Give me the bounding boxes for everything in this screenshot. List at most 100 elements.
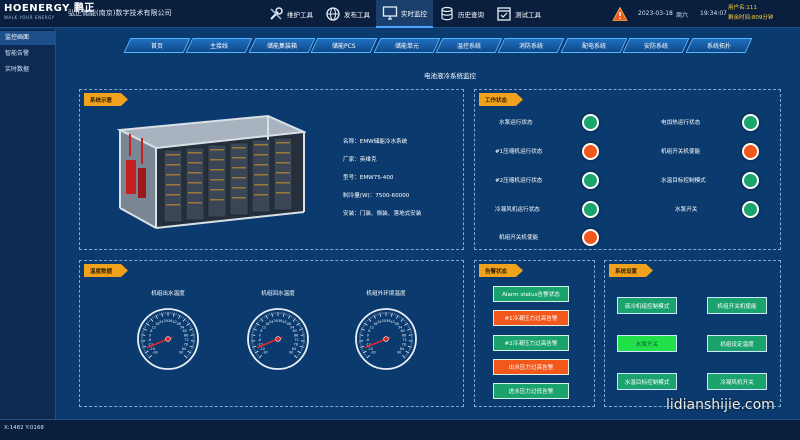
gauge-tick-label: -20 xyxy=(259,347,265,351)
status-bar: X:1482 Y:0168 xyxy=(0,419,800,440)
user-name: 用户名:111 xyxy=(728,5,757,11)
alarm-outlet-pressure-indicator: 出水压力过高告警 xyxy=(493,359,569,375)
water-temp-mode-button[interactable]: 水温目标控制模式 xyxy=(617,373,677,390)
status-lamp xyxy=(582,114,599,131)
gauge-tick-label: 0 xyxy=(149,334,151,338)
unit-enable-button[interactable]: 机组开关机使能 xyxy=(707,297,767,314)
alarm-condenser2-indicator: #2冷凝压力过高告警 xyxy=(493,335,569,351)
status-lamp xyxy=(742,143,759,160)
tool-maintenance[interactable]: 维护工具 xyxy=(262,0,319,28)
panel-tag: 温度数据 xyxy=(84,264,129,277)
gauge-tick-label: 0 xyxy=(367,334,369,338)
gauge-hub xyxy=(383,336,389,342)
gauge-tick-label: 6 xyxy=(368,329,370,333)
time-display: 19:34:07 xyxy=(700,10,727,17)
gauge-tick-label: -20 xyxy=(149,347,155,351)
settings-panel: 系统设置 液冷机组控制模式 机组开关机使能 水泵开关 机组设定温度 水温目标控制… xyxy=(604,260,781,407)
logo-brand: HOENERGY 鹏正 xyxy=(4,3,95,14)
gauge-title: 机组出水温度 xyxy=(151,291,185,297)
alarm-panel: 告警状态 Alarm status告警状态 #1冷凝压力过高告警 #2冷凝压力过… xyxy=(474,260,595,407)
top-bar: HOENERGY 鹏正 WALK YOUR ENERGY 弘正储能(南京)数字技… xyxy=(0,0,800,28)
logo-slogan: WALK YOUR ENERGY xyxy=(4,15,55,20)
globe-publish-icon xyxy=(326,7,340,21)
wrench-screwdriver-icon xyxy=(270,7,283,20)
gauge-title: 机组回水温度 xyxy=(261,291,295,297)
gauge-tick-label: 66 xyxy=(294,334,298,338)
company-logo: HOENERGY 鹏正 WALK YOUR ENERGY xyxy=(4,3,95,25)
tab-topology[interactable]: 系统拓扑 xyxy=(685,38,753,53)
tab-temp-control[interactable]: 温控系统 xyxy=(435,38,503,53)
gauge-hub xyxy=(165,336,171,342)
tool-publish[interactable]: 发布工具 xyxy=(319,0,376,28)
gauge-tick-label: 66 xyxy=(402,334,406,338)
tab-fire[interactable]: 消防系统 xyxy=(497,38,565,53)
gauge-tick-label: 6 xyxy=(260,329,262,333)
tool-label: 维护工具 xyxy=(287,11,313,19)
gauge-tick-label: -6 xyxy=(366,338,369,342)
tab-storage-unit[interactable]: 储能单元 xyxy=(373,38,441,53)
page-title: 电池液冷系统监控 xyxy=(424,72,476,80)
gauge-hub xyxy=(275,336,281,342)
liquid-cooling-mode-button[interactable]: 液冷机组控制模式 xyxy=(617,297,677,314)
remaining-time: 剩余时间:809分钟 xyxy=(728,15,774,21)
gauge-tick-label: -6 xyxy=(258,338,261,342)
sidebar-item-monitor[interactable]: 监控画面 xyxy=(0,31,55,45)
user-info[interactable]: 用户名:111 剩余时间:809分钟 xyxy=(728,3,796,23)
tab-container[interactable]: 储能集装箱 xyxy=(248,38,316,53)
container-illustration xyxy=(116,114,306,229)
sidebar-item-realtime-data[interactable]: 实时数据 xyxy=(0,63,55,77)
temperature-panel: 温度数据 机组出水温度 机组回水温度 机组外环境温度 -30 -20 -12 -6 0 6… xyxy=(79,260,464,407)
status-lamp xyxy=(582,201,599,218)
system-panel: 系统示意 名称：EMW储能冷水系统 厂家：英维克 型号：EMW75-400 制冷… xyxy=(79,89,464,250)
status-label: 水泵开关 xyxy=(675,207,698,213)
tab-home[interactable]: 首页 xyxy=(123,38,191,53)
status-label: 机组开关机使能 xyxy=(661,149,701,155)
status-lamp xyxy=(582,143,599,160)
condenser-fan-switch-button[interactable]: 冷凝风机开关 xyxy=(707,373,767,390)
status-label: 水温目标控制模式 xyxy=(661,178,706,184)
weekday-display: 周六 xyxy=(676,12,689,19)
gauge-tick-label: -30 xyxy=(152,350,158,354)
panel-tag: 系统示意 xyxy=(84,93,129,106)
tool-realtime-monitor[interactable]: 实时监控 xyxy=(376,0,433,28)
gauge-tick-label: 72 xyxy=(402,338,406,342)
status-lamp xyxy=(582,172,599,189)
status-label: #1压缩机运行状态 xyxy=(495,149,543,155)
panel-tag: 工作状态 xyxy=(479,93,524,106)
tab-power-distribution[interactable]: 配电系统 xyxy=(560,38,628,53)
gauge-tick-label: 72 xyxy=(184,338,188,342)
temperature-gauge: -30-20-12-606121824 30 36 42485460667278849… xyxy=(137,308,199,370)
tab-main-wiring[interactable]: 主接线 xyxy=(185,38,253,53)
system-info: 名称：EMW储能冷水系统 厂家：英维克 型号：EMW75-400 制冷量(W)：… xyxy=(343,133,421,223)
warning-icon[interactable] xyxy=(612,6,628,22)
tab-security[interactable]: 安防系统 xyxy=(622,38,690,53)
info-cooling: 制冷量(W)：7500-60000 xyxy=(343,193,410,199)
test-window-icon xyxy=(497,7,511,21)
info-install: 安装：门装、侧装、落地式安装 xyxy=(343,211,422,217)
status-panel: 工作状态 水泵运行状态 电加热运行状态 #1压缩机运行状态 机组开关机使能 #2… xyxy=(474,89,781,250)
sidebar-item-alarm[interactable]: 智能告警 xyxy=(0,47,55,61)
status-label: 水泵运行状态 xyxy=(499,120,533,126)
status-lamp xyxy=(582,229,599,246)
company-name: 弘正储能(南京)数字技术有限公司 xyxy=(68,9,172,17)
temperature-gauge: -30-20-12-606121824 30 36 42485460667278849… xyxy=(355,308,417,370)
gauge-title: 机组外环境温度 xyxy=(366,291,406,297)
tool-label: 测试工具 xyxy=(515,11,541,19)
panel-tag: 告警状态 xyxy=(479,264,524,277)
gauge-tick-label: 90 xyxy=(179,350,183,354)
watermark: lidianshijie.com xyxy=(666,397,775,413)
alarm-status-indicator: Alarm status告警状态 xyxy=(493,286,569,302)
tab-pcs[interactable]: 储能PCS xyxy=(310,38,378,53)
alarm-condenser1-indicator: #1冷凝压力过高告警 xyxy=(493,310,569,326)
pump-switch-button[interactable]: 水泵开关 xyxy=(617,335,677,352)
gauge-tick-label: -6 xyxy=(148,338,151,342)
tool-history[interactable]: 历史查询 xyxy=(433,0,490,28)
tool-test[interactable]: 测试工具 xyxy=(490,0,547,28)
info-vendor: 厂家：英维克 xyxy=(343,157,377,163)
temperature-gauge: -30-20-12-606121824 30 36 42485460667278849… xyxy=(247,308,309,370)
cursor-coordinates: X:1482 Y:0168 xyxy=(4,425,44,431)
set-temperature-button[interactable]: 机组设定温度 xyxy=(707,335,767,352)
info-model: 型号：EMW75-400 xyxy=(343,175,394,181)
tool-label: 发布工具 xyxy=(344,11,370,19)
tool-label: 实时监控 xyxy=(401,10,427,18)
